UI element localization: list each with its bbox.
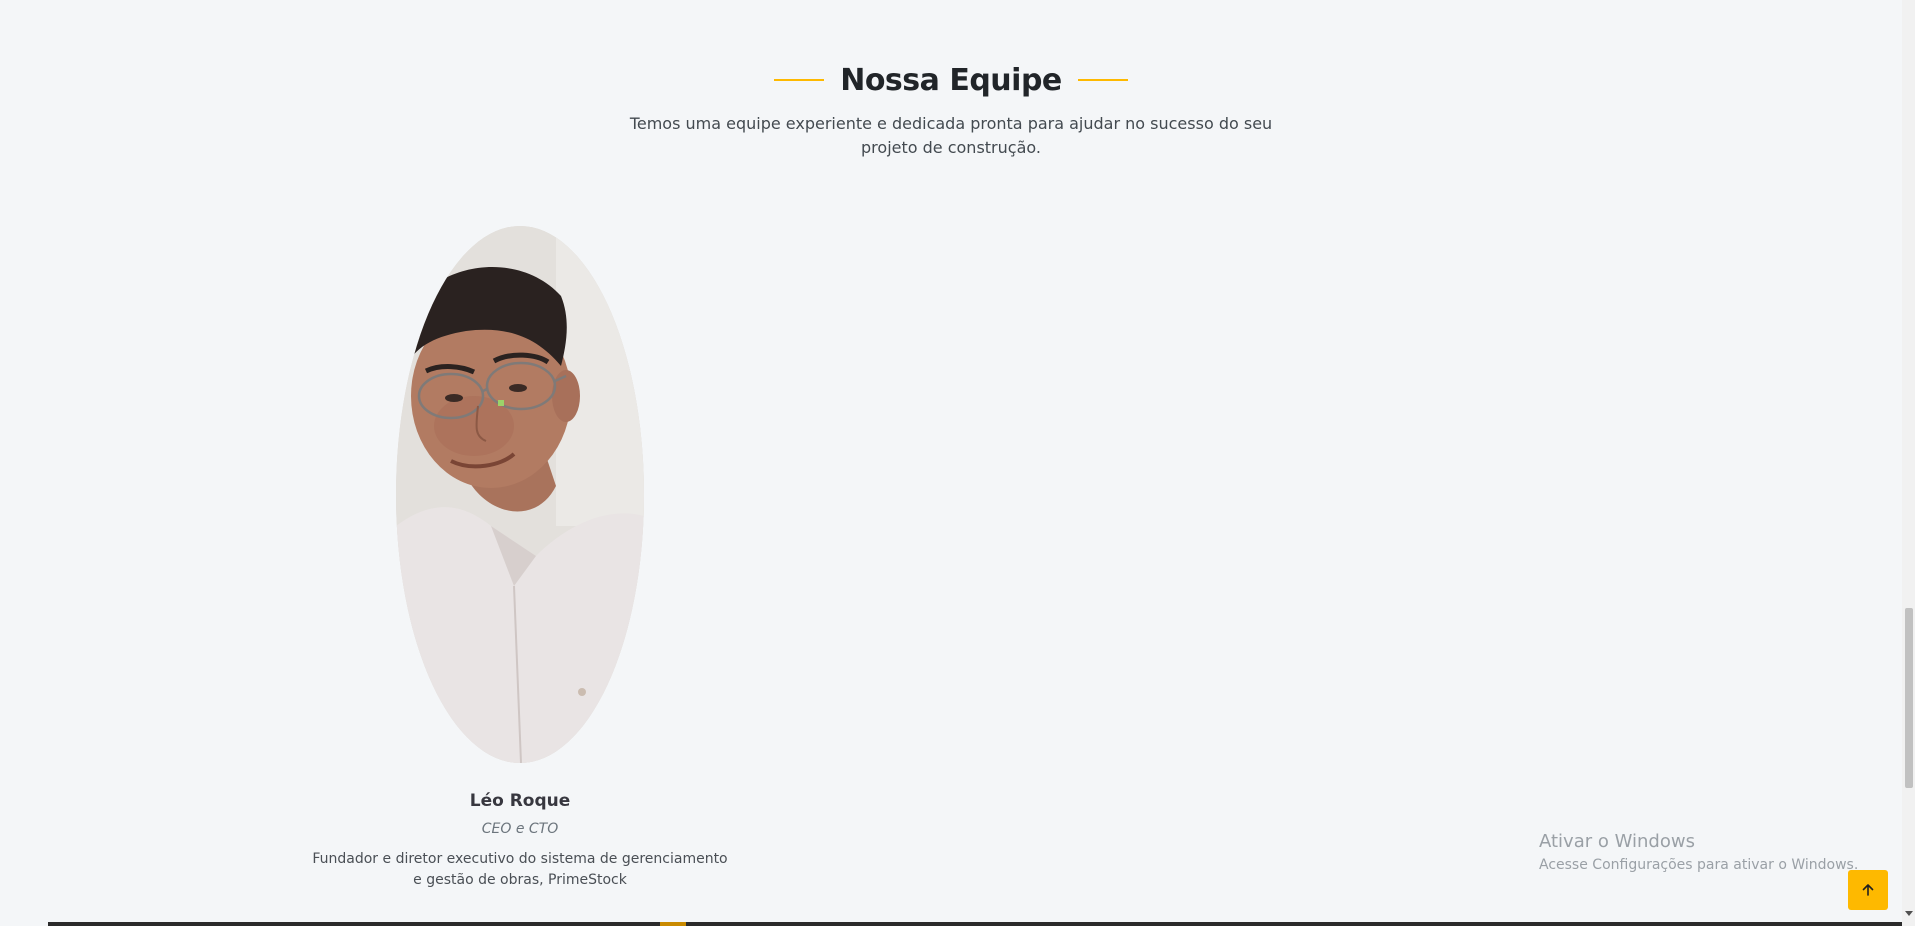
- page-scrollbar[interactable]: [1902, 0, 1915, 926]
- windows-watermark-title: Ativar o Windows: [1539, 831, 1695, 852]
- windows-activation-watermark: Ativar o Windows Acesse Configurações pa…: [1539, 830, 1858, 874]
- section-subtitle: Temos uma equipe experiente e dedicada p…: [629, 114, 1273, 157]
- team-member-photo: [396, 226, 644, 763]
- section-title: Nossa Equipe: [840, 62, 1062, 98]
- section-title-row: Nossa Equipe: [0, 58, 1902, 102]
- team-member-name: Léo Roque: [469, 791, 571, 811]
- team-member-role: CEO e CTO: [481, 821, 559, 837]
- next-section-edge-accent: [660, 922, 686, 926]
- title-decoration-right: [1077, 79, 1128, 81]
- scrollbar-down-arrow-icon[interactable]: [1905, 911, 1913, 916]
- team-section-header: Nossa Equipe Temos uma equipe experiente…: [0, 58, 1902, 160]
- scroll-top-button[interactable]: [1848, 870, 1888, 910]
- title-decoration-left: [774, 79, 825, 81]
- team-member-description: Fundador e diretor executivo do sistema …: [312, 851, 728, 888]
- windows-watermark-subtitle: Acesse Configurações para ativar o Windo…: [1539, 857, 1859, 873]
- next-section-edge: [48, 922, 1902, 926]
- scrollbar-thumb[interactable]: [1905, 608, 1913, 788]
- team-member-portrait: [396, 226, 644, 763]
- arrow-up-icon: [1862, 884, 1874, 896]
- team-member-card: Léo Roque CEO e CTO Fundador e diretor e…: [310, 226, 730, 891]
